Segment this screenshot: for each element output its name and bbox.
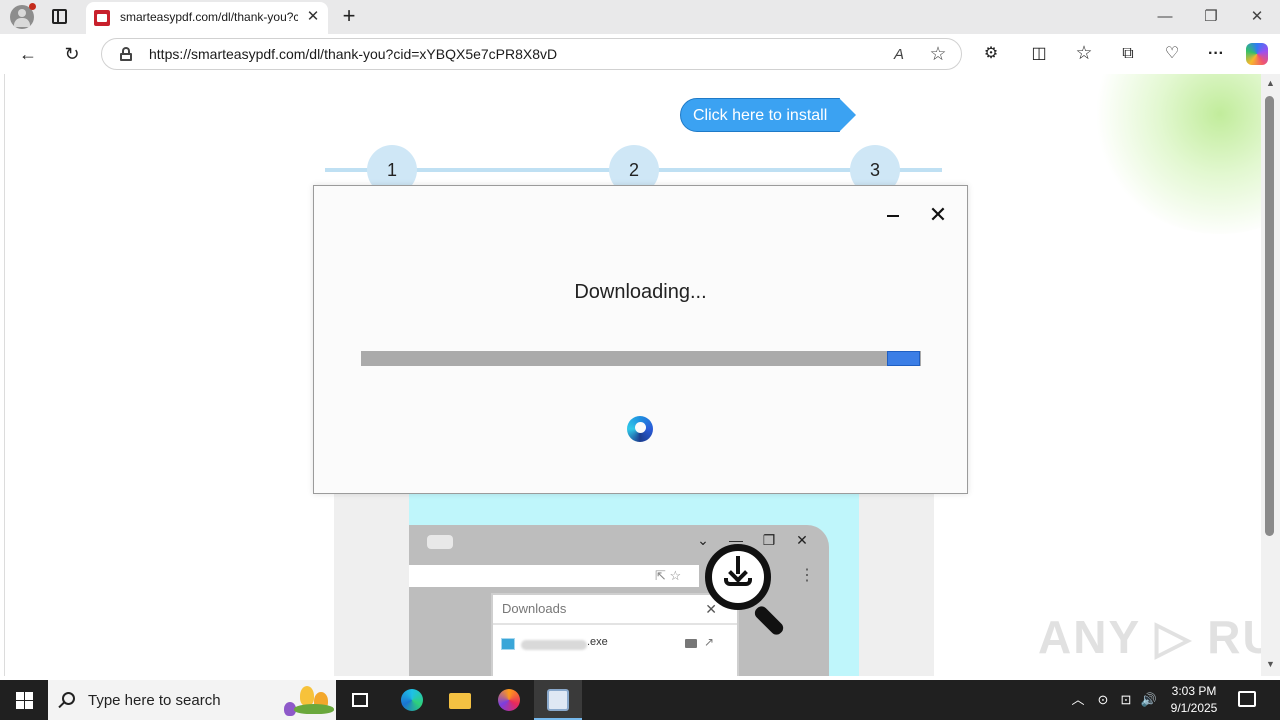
browser-tab-bar: smarteasypdf.com/dl/thank-you?cid=xYBQX5… — [0, 0, 1280, 34]
address-bar[interactable]: https://smarteasypdf.com/dl/thank-you?ci… — [101, 38, 962, 70]
file-explorer-taskbar-icon[interactable] — [437, 680, 481, 720]
file-extension: .exe — [587, 636, 608, 648]
downloads-title: Downloads — [502, 601, 567, 616]
download-magnifier-icon — [705, 544, 795, 638]
scroll-up-icon[interactable]: ▲ — [1265, 78, 1276, 89]
decorative-glow — [1090, 74, 1261, 234]
folder-icon — [685, 639, 697, 648]
favorite-star-icon[interactable]: ☆ — [927, 44, 949, 66]
loading-spinner-icon — [627, 416, 653, 442]
clock-time: 3:03 PM — [1171, 684, 1217, 698]
clock-date: 9/1/2025 — [1170, 701, 1218, 715]
open-external-icon: ↗ — [704, 635, 715, 649]
extensions-icon[interactable]: ⚙ — [979, 42, 1003, 66]
browser-tab[interactable]: smarteasypdf.com/dl/thank-you?cid=xYBQX5… — [86, 2, 328, 34]
scroll-down-icon[interactable]: ▼ — [1265, 659, 1276, 670]
search-highlight-flowers-icon — [270, 682, 336, 718]
back-button[interactable]: ← — [14, 41, 42, 67]
tab-title: smarteasypdf.com/dl/thank-you?cid=xYBQX5… — [120, 10, 298, 24]
browser-nav-bar: ← ↻ https://smarteasypdf.com/dl/thank-yo… — [0, 34, 1280, 74]
refresh-button[interactable]: ↻ — [58, 41, 86, 67]
tray-chevron-icon[interactable]: ︿ — [1069, 691, 1087, 709]
window-restore-button[interactable]: ❐ — [1196, 6, 1226, 28]
search-icon — [62, 692, 75, 705]
taskbar-clock[interactable]: 3:03 PM 9/1/2025 — [1162, 683, 1226, 717]
taskbar-search[interactable]: Type here to search — [48, 680, 336, 720]
install-cta-button[interactable]: Click here to install — [680, 98, 856, 132]
browser-essentials-icon[interactable]: ♡ — [1160, 42, 1184, 66]
site-favicon-icon — [94, 10, 110, 26]
illustration-downloads-panel: Downloads ✕ .exe ↗ — [491, 593, 739, 676]
downloading-status: Downloading... — [574, 281, 707, 303]
start-button[interactable] — [0, 680, 48, 720]
network-icon[interactable]: ⊡ — [1117, 691, 1135, 709]
profile-avatar-icon[interactable] — [10, 3, 36, 29]
blurred-filename — [521, 640, 587, 650]
search-placeholder: Type here to search — [88, 692, 221, 709]
lock-icon[interactable] — [120, 47, 132, 61]
split-screen-icon[interactable]: ◫ — [1027, 42, 1051, 66]
firefox-taskbar-icon[interactable] — [486, 680, 530, 720]
modal-close-button[interactable]: ✕ — [926, 203, 950, 227]
download-progress-fill — [887, 351, 920, 366]
more-menu-icon[interactable]: ··· — [1204, 42, 1228, 66]
new-tab-button[interactable]: + — [338, 5, 360, 27]
download-modal: ✕ Downloading... — [313, 185, 968, 494]
window-close-button[interactable]: ✕ — [1242, 6, 1272, 28]
tray-device-icon[interactable]: ⊙ — [1094, 691, 1112, 709]
scroll-thumb[interactable] — [1265, 96, 1274, 536]
illustration-share-star-icon: ⇱ ☆ — [655, 568, 682, 583]
page-viewport: Click here to install 1 2 3 ⌄ — ❐ ✕ ⇱ ☆ … — [4, 74, 1261, 676]
illustration-menu-dots-icon: ⋮ — [799, 567, 815, 584]
task-view-button[interactable] — [338, 680, 382, 720]
collections-icon[interactable]: ⧉ — [1116, 42, 1140, 66]
download-progress-bar — [361, 351, 921, 366]
anyrun-watermark: ANY ▷ RUN — [1038, 611, 1261, 663]
edge-taskbar-icon[interactable] — [389, 680, 433, 720]
volume-icon[interactable]: 🔊 — [1140, 691, 1158, 709]
file-icon — [501, 638, 515, 650]
tab-actions-icon[interactable] — [52, 9, 67, 24]
installer-taskbar-icon[interactable] — [534, 680, 582, 720]
downloads-divider — [493, 623, 737, 625]
page-scrollbar[interactable]: ▲ ▼ — [1261, 74, 1280, 676]
read-aloud-icon[interactable]: A — [888, 44, 910, 66]
modal-minimize-button[interactable] — [882, 204, 904, 226]
url-text[interactable]: https://smarteasypdf.com/dl/thank-you?ci… — [149, 46, 557, 62]
windows-taskbar: Type here to search ︿ ⊙ ⊡ 🔊 3:03 PM 9/1/… — [0, 680, 1280, 720]
window-minimize-button[interactable]: — — [1150, 6, 1180, 28]
tab-close-icon[interactable]: ✕ — [304, 8, 322, 26]
notification-center-icon[interactable] — [1238, 691, 1256, 707]
copilot-icon[interactable] — [1246, 43, 1268, 65]
favorites-icon[interactable]: ☆ — [1072, 42, 1096, 66]
illustration-close-icon: ✕ — [796, 532, 808, 548]
illustration-tab — [427, 535, 453, 549]
